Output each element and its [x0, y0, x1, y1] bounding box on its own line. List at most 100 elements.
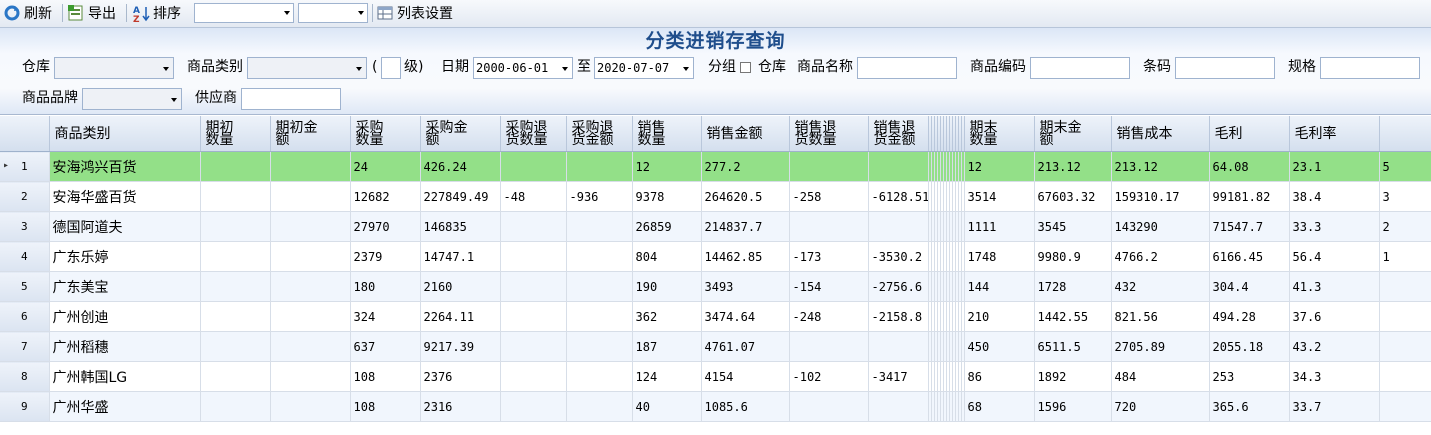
group-warehouse-checkbox[interactable]: [740, 62, 751, 73]
cell-init-qty[interactable]: [200, 271, 271, 302]
cell-pret-amt[interactable]: [566, 301, 633, 332]
cell-cost[interactable]: 484: [1111, 361, 1210, 392]
cell-sale-amt[interactable]: 4761.07: [701, 331, 790, 362]
cell-cost[interactable]: 821.56: [1111, 301, 1210, 332]
cell-sale-qty[interactable]: 12: [632, 151, 702, 182]
cell-pur-qty[interactable]: 108: [350, 391, 421, 422]
cell-sret-amt[interactable]: [868, 211, 929, 242]
cell-cat[interactable]: 安海华盛百货: [49, 181, 201, 212]
cell-init-qty[interactable]: [200, 211, 271, 242]
cell-init-qty[interactable]: [200, 331, 271, 362]
cell-sret-amt[interactable]: -2756.6: [868, 271, 929, 302]
cell-cat[interactable]: 德国阿道夫: [49, 211, 201, 242]
product-code-input[interactable]: [1030, 57, 1130, 79]
cell-init-amt[interactable]: [270, 211, 351, 242]
cell-pur-amt[interactable]: 146835: [420, 211, 501, 242]
date-from-picker[interactable]: 2000-06-01: [473, 57, 573, 79]
column-header[interactable]: 销售金额: [701, 116, 790, 152]
cell-init-amt[interactable]: [270, 361, 351, 392]
cell-sret-amt[interactable]: [868, 151, 929, 182]
cell-end-amt[interactable]: 1728: [1034, 271, 1112, 302]
cell-end-amt[interactable]: 213.12: [1034, 151, 1112, 182]
category-select[interactable]: [247, 57, 367, 79]
cell-sale-qty[interactable]: 124: [632, 361, 702, 392]
product-name-input[interactable]: [857, 57, 957, 79]
cell-pret-amt[interactable]: -936: [566, 181, 633, 212]
cell-cat[interactable]: 安海鸿兴百货: [49, 151, 201, 182]
cell-pret-amt[interactable]: [566, 271, 633, 302]
cell-pret-qty[interactable]: [500, 241, 567, 272]
cell-sale-amt[interactable]: 264620.5: [701, 181, 790, 212]
cell-sret-amt[interactable]: -3530.2: [868, 241, 929, 272]
sort-field-select[interactable]: [194, 3, 294, 23]
cell-sale-amt[interactable]: 277.2: [701, 151, 790, 182]
cell-profit[interactable]: 494.28: [1209, 301, 1290, 332]
cell-pret-amt[interactable]: [566, 211, 633, 242]
date-to-picker[interactable]: 2020-07-07: [594, 57, 694, 79]
cell-cost[interactable]: 4766.2: [1111, 241, 1210, 272]
cell-sale-qty[interactable]: 26859: [632, 211, 702, 242]
refresh-button[interactable]: 刷新: [4, 3, 52, 23]
cell-end-qty[interactable]: 144: [964, 271, 1035, 302]
cell-cat[interactable]: 广东乐婷: [49, 241, 201, 272]
cell-end-qty[interactable]: 450: [964, 331, 1035, 362]
cell-sret-amt[interactable]: [868, 391, 929, 422]
cell-sret-amt[interactable]: -6128.51: [868, 181, 929, 212]
cell-pur-qty[interactable]: 637: [350, 331, 421, 362]
cell-end-amt[interactable]: 1442.55: [1034, 301, 1112, 332]
column-header[interactable]: 期末金额: [1034, 116, 1112, 152]
cell-pret-qty[interactable]: -48: [500, 181, 567, 212]
cell-end-qty[interactable]: 12: [964, 151, 1035, 182]
cell-sret-qty[interactable]: [789, 391, 869, 422]
cell-sale-amt[interactable]: 214837.7: [701, 211, 790, 242]
cell-sret-amt[interactable]: [868, 331, 929, 362]
column-header[interactable]: 销售退 货数量: [789, 116, 869, 152]
cell-overflow[interactable]: [1379, 301, 1431, 332]
column-header[interactable]: 商品类别: [49, 116, 201, 152]
cell-overflow[interactable]: [1379, 331, 1431, 362]
cell-init-qty[interactable]: [200, 151, 271, 182]
cell-pur-qty[interactable]: 108: [350, 361, 421, 392]
cell-pur-qty[interactable]: 12682: [350, 181, 421, 212]
cell-pret-qty[interactable]: [500, 151, 567, 182]
cell-sale-qty[interactable]: 362: [632, 301, 702, 332]
cell-cat[interactable]: 广州韩国LG: [49, 361, 201, 392]
cell-pret-qty[interactable]: [500, 271, 567, 302]
cell-sale-qty[interactable]: 9378: [632, 181, 702, 212]
cell-overflow[interactable]: 5: [1379, 151, 1431, 182]
cell-sale-amt[interactable]: 3493: [701, 271, 790, 302]
cell-cost[interactable]: 720: [1111, 391, 1210, 422]
cell-cat[interactable]: 广州稻穗: [49, 331, 201, 362]
cell-pur-amt[interactable]: 227849.49: [420, 181, 501, 212]
cell-sret-qty[interactable]: -248: [789, 301, 869, 332]
cell-pret-qty[interactable]: [500, 391, 567, 422]
cell-sret-qty[interactable]: -258: [789, 181, 869, 212]
cell-overflow[interactable]: [1379, 361, 1431, 392]
cell-sret-qty[interactable]: -154: [789, 271, 869, 302]
cell-pur-qty[interactable]: 324: [350, 301, 421, 332]
cell-init-amt[interactable]: [270, 181, 351, 212]
cell-sale-qty[interactable]: 190: [632, 271, 702, 302]
table-row[interactable]: 2 安海华盛百货 12682 227849.49 -48 -936 9378 264620.5…: [0, 181, 1431, 212]
cell-pur-qty[interactable]: 27970: [350, 211, 421, 242]
table-row[interactable]: 7 广州稻穗 637 9217.39 187 4761.07 450 6511.5 2705.8…: [0, 331, 1431, 362]
cell-cost[interactable]: 2705.89: [1111, 331, 1210, 362]
column-header[interactable]: 期初金额: [270, 116, 351, 152]
column-header[interactable]: 期初 数量: [200, 116, 271, 152]
table-row[interactable]: 6 广州创迪 324 2264.11 362 3474.64 -248 -2158.8 210 1…: [0, 301, 1431, 332]
cell-profit[interactable]: 6166.45: [1209, 241, 1290, 272]
cell-init-qty[interactable]: [200, 391, 271, 422]
cell-end-qty[interactable]: 3514: [964, 181, 1035, 212]
column-header[interactable]: 采购退 货数量: [500, 116, 567, 152]
cell-profit[interactable]: 71547.7: [1209, 211, 1290, 242]
cell-end-amt[interactable]: 67603.32: [1034, 181, 1112, 212]
cell-pret-qty[interactable]: [500, 361, 567, 392]
cell-sret-qty[interactable]: -102: [789, 361, 869, 392]
cell-pret-qty[interactable]: [500, 301, 567, 332]
brand-select[interactable]: [82, 88, 182, 110]
cell-init-amt[interactable]: [270, 271, 351, 302]
cell-sret-qty[interactable]: [789, 151, 869, 182]
cell-sret-qty[interactable]: -173: [789, 241, 869, 272]
cell-end-qty[interactable]: 1111: [964, 211, 1035, 242]
table-row[interactable]: ▸ 1 安海鸿兴百货 24 426.24 12 277.2 12 213.12 213.12 64.…: [0, 151, 1431, 182]
